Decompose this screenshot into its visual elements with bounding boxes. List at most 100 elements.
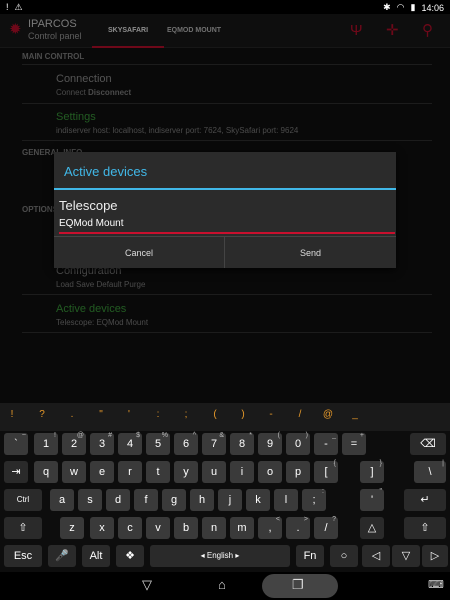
key-0-10[interactable]: 0) [286, 432, 310, 455]
key-1-12[interactable]: ]} [360, 460, 384, 483]
key-4-9[interactable]: ▷ [422, 545, 448, 567]
key-4-1[interactable]: 🎤 [48, 545, 76, 567]
key-label: ⌫ [420, 438, 436, 450]
key-3-9[interactable]: . > [286, 516, 310, 539]
key-4-6[interactable]: ○ [330, 545, 358, 567]
key-1-13[interactable]: \ | [414, 460, 446, 483]
key-2-12[interactable]: ↵ [404, 489, 446, 511]
key-3-11[interactable]: △ [360, 517, 384, 539]
key-2-5[interactable]: g [162, 489, 186, 511]
key-label: - [324, 438, 328, 450]
send-button[interactable]: Send [225, 236, 396, 268]
key-2-4[interactable]: f [134, 489, 158, 511]
key-1-1[interactable]: q [34, 461, 58, 483]
key-2-2[interactable]: s [78, 489, 102, 511]
key-0-4[interactable]: 4 $ [118, 432, 142, 455]
key-3-5[interactable]: b [174, 517, 198, 539]
symbol-key[interactable]: ' [121, 409, 137, 420]
battery-icon: ▮ [410, 2, 416, 12]
symbol-key[interactable]: ? [34, 409, 50, 420]
key-label: 🎤 [55, 550, 69, 562]
key-3-3[interactable]: c [118, 517, 142, 539]
key-4-4[interactable]: ◂ English ▸ [150, 545, 290, 567]
key-4-3[interactable]: ❖ [116, 545, 144, 567]
symbol-key[interactable]: ; [178, 409, 194, 420]
key-2-9[interactable]: l [274, 489, 298, 511]
key-2-3[interactable]: d [106, 489, 130, 511]
soft-keyboard: ` ~1! 2 @3 #4 $5% 6 ^ 7 & 8 * 9(0) - _ = + ⌫ ⇥ q w e r t y u i o p[{… [0, 431, 450, 572]
key-1-7[interactable]: u [202, 461, 226, 483]
key-3-0[interactable]: ⇧ [4, 517, 42, 539]
home-icon[interactable]: ⌂ [218, 576, 226, 594]
cancel-button[interactable]: Cancel [54, 236, 225, 268]
key-0-12[interactable]: = + [342, 432, 366, 455]
key-label: n [210, 522, 218, 534]
key-0-13[interactable]: ⌫ [410, 433, 446, 455]
key-4-2[interactable]: Alt [82, 545, 110, 567]
key-4-0[interactable]: Esc [4, 545, 42, 567]
telescope-select[interactable]: EQMod Mount [59, 218, 395, 234]
key-1-4[interactable]: r [118, 461, 142, 483]
key-0-11[interactable]: - _ [314, 432, 338, 455]
key-3-12[interactable]: ⇧ [404, 517, 446, 539]
symbol-key[interactable]: ) [235, 409, 251, 420]
key-label: h [198, 494, 206, 506]
key-label: ▷ [430, 550, 440, 562]
symbol-key[interactable]: _ [347, 409, 363, 420]
key-1-11[interactable]: [{ [314, 460, 338, 483]
key-0-9[interactable]: 9( [258, 432, 282, 455]
symbol-key[interactable]: / [292, 409, 308, 420]
key-3-1[interactable]: z [60, 517, 84, 539]
symbol-key[interactable]: @ [320, 409, 336, 420]
key-0-7[interactable]: 7 & [202, 432, 226, 455]
key-3-6[interactable]: n [202, 517, 226, 539]
key-3-8[interactable]: , < [258, 516, 282, 539]
symbol-key[interactable]: ( [207, 409, 223, 420]
key-4-8[interactable]: ▽ [392, 545, 420, 567]
symbol-key[interactable]: - [263, 409, 279, 420]
key-3-2[interactable]: x [90, 517, 114, 539]
key-label: d [114, 494, 122, 506]
key-2-7[interactable]: j [218, 489, 242, 511]
key-0-2[interactable]: 2 @ [62, 432, 86, 455]
key-0-5[interactable]: 5% [146, 432, 170, 455]
key-1-5[interactable]: t [146, 461, 170, 483]
keyboard-icon[interactable]: ⌨ [428, 576, 444, 594]
back-icon[interactable]: ▽ [142, 576, 152, 594]
key-4-7[interactable]: ◁ [362, 545, 390, 567]
key-secondary-label: _ [332, 432, 336, 439]
symbol-key[interactable]: . [64, 409, 80, 420]
key-0-3[interactable]: 3 # [90, 432, 114, 455]
key-1-6[interactable]: y [174, 461, 198, 483]
key-1-3[interactable]: e [90, 461, 114, 483]
key-label: 9 [266, 438, 274, 450]
recents-icon[interactable]: ❐ [292, 576, 304, 594]
key-4-5[interactable]: Fn [296, 545, 324, 567]
symbol-key[interactable]: : [150, 409, 166, 420]
key-2-11[interactable]: ' " [360, 488, 384, 511]
key-0-6[interactable]: 6 ^ [174, 432, 198, 455]
key-3-4[interactable]: v [146, 517, 170, 539]
key-2-6[interactable]: h [190, 489, 214, 511]
key-1-2[interactable]: w [62, 461, 86, 483]
key-0-1[interactable]: 1! [34, 432, 58, 455]
dialog-title-divider [54, 188, 396, 190]
key-1-0[interactable]: ⇥ [4, 461, 28, 483]
key-2-1[interactable]: a [50, 489, 74, 511]
key-2-8[interactable]: k [246, 489, 270, 511]
key-0-0[interactable]: ` ~ [4, 432, 28, 455]
key-1-9[interactable]: o [258, 461, 282, 483]
key-3-7[interactable]: m [230, 517, 254, 539]
key-0-8[interactable]: 8 * [230, 432, 254, 455]
key-1-10[interactable]: p [286, 461, 310, 483]
key-3-10[interactable]: /? [314, 516, 338, 539]
key-label: ❖ [125, 550, 135, 562]
key-2-10[interactable]: ;: [302, 488, 326, 511]
symbol-key[interactable]: ! [4, 409, 20, 420]
key-label: 3 [98, 438, 106, 450]
key-1-8[interactable]: i [230, 461, 254, 483]
key-secondary-label: $ [136, 432, 140, 439]
symbol-key[interactable]: " [93, 409, 109, 420]
key-2-0[interactable]: Ctrl [4, 489, 42, 511]
key-label: 1 [42, 438, 50, 450]
